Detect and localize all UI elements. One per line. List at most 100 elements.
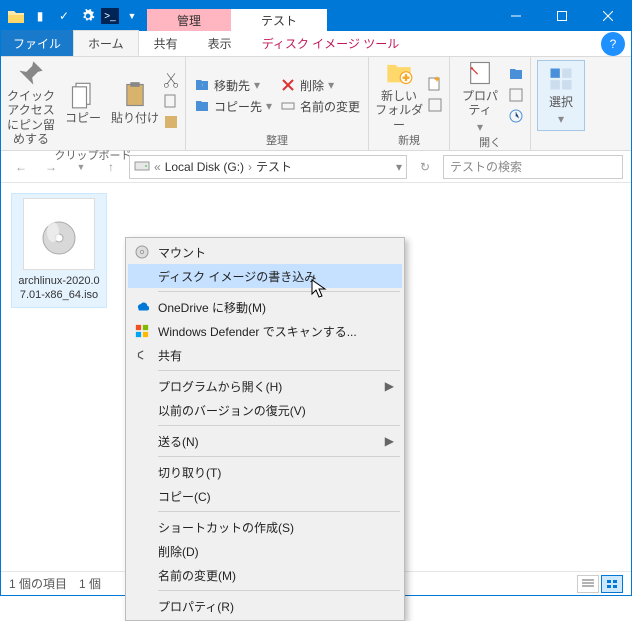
tab-view[interactable]: 表示 <box>193 30 247 56</box>
copy-button[interactable]: コピー <box>59 81 107 125</box>
qat-gear-icon[interactable] <box>77 5 99 27</box>
qat-powershell-icon[interactable]: >_ <box>101 8 119 24</box>
share-icon <box>134 347 150 363</box>
moveto-label: 移動先 <box>214 77 250 94</box>
defender-icon <box>134 323 150 339</box>
item-count: 1 個の項目 <box>9 575 67 592</box>
rename-label: 名前の変更 <box>300 98 360 115</box>
ctx-openwith[interactable]: プログラムから開く(H) ▶ <box>128 374 402 398</box>
explorer-window: ▮ ✓ >_ ▼ 管理 テスト ファイル ホーム 共有 表示 ディスク イメージ… <box>0 0 632 596</box>
crumb-folder[interactable]: テスト <box>256 158 292 175</box>
ctx-onedrive[interactable]: OneDrive に移動(M) <box>128 295 402 319</box>
ctx-defender-label: Windows Defender でスキャンする... <box>158 323 357 340</box>
context-tab-manage[interactable]: 管理 <box>147 9 231 31</box>
close-button[interactable] <box>585 1 631 31</box>
pin-button[interactable]: クイック アクセス にピン留めする <box>7 59 55 147</box>
ctx-mount[interactable]: マウント <box>128 240 402 264</box>
history-icon[interactable] <box>508 108 524 127</box>
ribbon: クイック アクセス にピン留めする コピー 貼り付け クリップボード <box>1 57 631 151</box>
copypath-icon[interactable] <box>163 93 179 112</box>
details-view-button[interactable] <box>577 575 599 593</box>
address-box[interactable]: « Local Disk (G:) › テスト ▾ <box>129 155 407 179</box>
forward-button[interactable]: → <box>39 155 63 179</box>
open-extra <box>508 66 524 127</box>
delete-button[interactable]: 削除▾ <box>278 76 362 95</box>
qat-check-icon[interactable]: ✓ <box>53 5 75 27</box>
group-organize: 移動先 ▾ コピー先▾ 削除▾ 名前の変更 整理 <box>186 57 369 150</box>
easyaccess-icon[interactable] <box>427 97 443 116</box>
paste-button[interactable]: 貼り付け <box>111 81 159 125</box>
ctx-share-label: 共有 <box>158 347 182 364</box>
ctx-sendto[interactable]: 送る(N)▶ <box>128 429 402 453</box>
chevron-icon[interactable]: « <box>154 160 161 174</box>
titlebar: ▮ ✓ >_ ▼ 管理 テスト <box>1 1 631 31</box>
ctx-properties[interactable]: プロパティ(R) <box>128 594 402 618</box>
group-organize-label: 整理 <box>266 132 288 148</box>
edit-icon[interactable] <box>508 87 524 106</box>
tab-home[interactable]: ホーム <box>73 30 139 56</box>
moveto-button[interactable]: 移動先 ▾ <box>192 76 274 95</box>
ctx-rename[interactable]: 名前の変更(M) <box>128 563 402 587</box>
addr-dropdown-icon[interactable]: ▾ <box>396 160 402 174</box>
pasteshortcut-icon[interactable] <box>163 114 179 133</box>
help-button[interactable]: ? <box>601 32 625 56</box>
icons-view-button[interactable] <box>601 575 623 593</box>
maximize-button[interactable] <box>539 1 585 31</box>
ctx-delete-label: 削除(D) <box>158 543 199 560</box>
ctx-share[interactable]: 共有 <box>128 343 402 367</box>
crumb-disk[interactable]: Local Disk (G:) <box>165 160 244 174</box>
qat-dropdown-icon[interactable]: ▼ <box>121 5 143 27</box>
chevron-down-icon: ▾ <box>558 112 564 126</box>
copyto-button[interactable]: コピー先▾ <box>192 97 274 116</box>
disc-icon <box>134 244 150 260</box>
file-item[interactable]: archlinux-2020.07.01-x86_64.iso <box>11 193 107 308</box>
cut-icon[interactable] <box>163 72 179 91</box>
ctx-restore[interactable]: 以前のバージョンの復元(V) <box>128 398 402 422</box>
ctx-separator <box>158 291 400 292</box>
ctx-shortcut[interactable]: ショートカットの作成(S) <box>128 515 402 539</box>
properties-button[interactable]: プロパティ▾ <box>456 59 504 134</box>
group-select: 選択▾ <box>531 57 591 150</box>
recent-dropdown[interactable]: ▼ <box>69 155 93 179</box>
ctx-cut[interactable]: 切り取り(T) <box>128 460 402 484</box>
ctx-delete[interactable]: 削除(D) <box>128 539 402 563</box>
minimize-button[interactable] <box>493 1 539 31</box>
tab-share[interactable]: 共有 <box>139 30 193 56</box>
ctx-separator <box>158 456 400 457</box>
pin-label: クイック アクセス にピン留めする <box>7 89 55 147</box>
group-new: 新しい フォルダー 新規 <box>369 57 450 150</box>
submenu-arrow-icon: ▶ <box>385 379 394 393</box>
rename-button[interactable]: 名前の変更 <box>278 97 362 116</box>
group-clipboard: クイック アクセス にピン留めする コピー 貼り付け クリップボード <box>1 57 186 150</box>
back-button[interactable]: ← <box>9 155 33 179</box>
newfolder-label: 新しい フォルダー <box>375 89 423 132</box>
ctx-copy[interactable]: コピー(C) <box>128 484 402 508</box>
title-text: テスト <box>231 9 327 31</box>
open-icon[interactable] <box>508 66 524 85</box>
file-thumbnail <box>23 198 95 270</box>
chevron-down-icon: ▾ <box>254 78 260 92</box>
ctx-openwith-label: プログラムから開く(H) <box>158 378 282 395</box>
up-button[interactable]: ↑ <box>99 155 123 179</box>
newfolder-button[interactable]: 新しい フォルダー <box>375 59 423 132</box>
refresh-button[interactable]: ↻ <box>413 155 437 179</box>
ctx-separator <box>158 511 400 512</box>
drive-icon <box>134 158 150 175</box>
ctx-burn[interactable]: ディスク イメージの書き込み <box>128 264 402 288</box>
ctx-separator <box>158 425 400 426</box>
copyto-label: コピー先 <box>214 98 262 115</box>
ctx-copy-label: コピー(C) <box>158 488 211 505</box>
quick-access-toolbar: ▮ ✓ >_ ▼ <box>1 5 147 27</box>
select-button[interactable]: 選択▾ <box>537 60 585 131</box>
newitem-icon[interactable] <box>427 76 443 95</box>
group-open: プロパティ▾ 開く <box>450 57 531 150</box>
ctx-defender[interactable]: Windows Defender でスキャンする... <box>128 319 402 343</box>
search-input[interactable]: テストの検索 <box>443 155 623 179</box>
file-tab[interactable]: ファイル <box>1 30 73 56</box>
paste-label: 貼り付け <box>111 111 159 125</box>
ctx-cut-label: 切り取り(T) <box>158 464 221 481</box>
tab-disc-image-tools[interactable]: ディスク イメージ ツール <box>247 30 415 56</box>
ribbon-tabs: ファイル ホーム 共有 表示 ディスク イメージ ツール ? <box>1 31 631 57</box>
ctx-restore-label: 以前のバージョンの復元(V) <box>158 402 306 419</box>
chevron-right-icon[interactable]: › <box>248 160 252 174</box>
